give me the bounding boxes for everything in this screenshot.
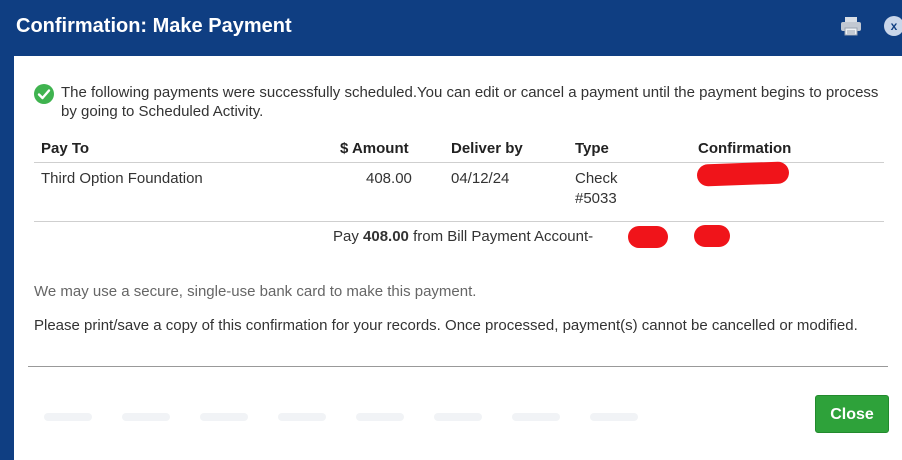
account-redaction-1	[628, 226, 668, 248]
close-button[interactable]: Close	[815, 395, 889, 433]
check-number: #5033	[575, 190, 617, 207]
summary-account-text: from Bill Payment Account-	[408, 228, 594, 245]
payment-summary: Pay 408.00 from Bill Payment Account-, .…	[34, 225, 884, 250]
column-header-deliver-by: Deliver by	[451, 140, 523, 157]
table-row: Third Option Foundation 408.00 04/12/24 …	[34, 161, 884, 222]
dialog-title: Confirmation: Make Payment	[16, 15, 292, 37]
payment-amount: 408.00	[366, 170, 412, 187]
footer-divider	[28, 366, 888, 367]
payment-type-method: Check	[575, 170, 618, 187]
printer-icon[interactable]	[840, 16, 862, 36]
summary-amount: 408.00	[363, 228, 409, 245]
payments-table-header: Pay To $ Amount Deliver by Type Confirma…	[34, 140, 884, 163]
success-check-icon	[34, 84, 54, 104]
payment-type: Check #5033	[575, 169, 618, 209]
payment-confirmation-dialog: Confirmation: Make Payment x The followi…	[0, 0, 902, 460]
account-redaction-2	[694, 225, 730, 247]
deliver-by-date: 04/12/24	[451, 170, 510, 187]
success-message-text: The following payments were successfully…	[61, 84, 879, 120]
summary-prefix: Pay	[333, 228, 364, 245]
footer-placeholder	[44, 408, 684, 422]
card-notice: We may use a secure, single-use bank car…	[34, 283, 477, 300]
column-header-type: Type	[575, 140, 609, 157]
payee-name: Third Option Foundation	[41, 170, 203, 187]
dialog-body: The following payments were successfully…	[14, 56, 902, 460]
dialog-titlebar: Confirmation: Make Payment x	[0, 0, 902, 56]
confirmation-redaction	[696, 161, 790, 187]
column-header-amount: $ Amount	[340, 140, 409, 157]
column-header-confirmation: Confirmation	[698, 140, 792, 157]
close-icon[interactable]: x	[884, 16, 902, 36]
print-notice: Please print/save a copy of this confirm…	[34, 317, 858, 334]
column-header-pay-to: Pay To	[41, 140, 90, 157]
